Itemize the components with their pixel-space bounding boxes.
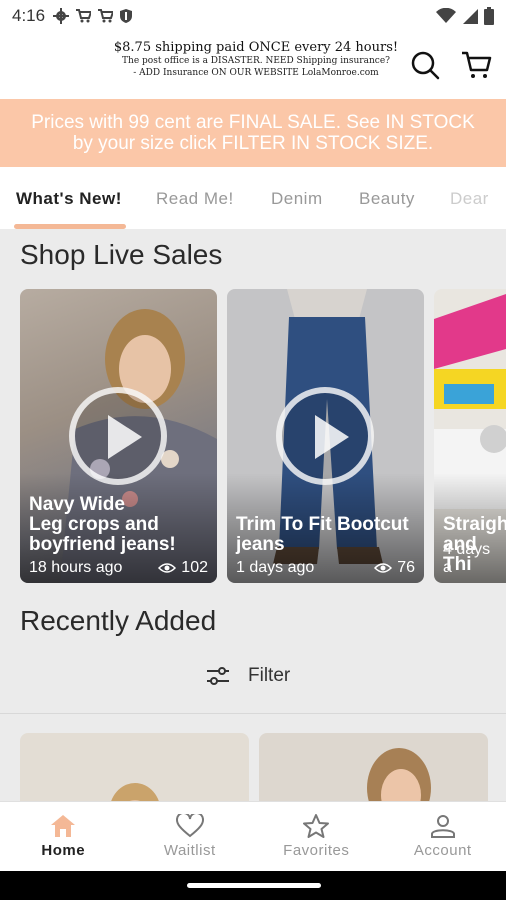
tab-read-me[interactable]: Read Me! xyxy=(156,189,234,209)
app-header: $8.75 shipping paid ONCE every 24 hours!… xyxy=(0,32,506,99)
live-sale-title-line: boyfriend jeans! xyxy=(29,534,176,555)
tab-denim[interactable]: Denim xyxy=(271,189,323,209)
live-sale-title-line: Leg crops and xyxy=(29,514,159,535)
live-sale-time: 18 hours ago xyxy=(29,559,123,576)
product-image xyxy=(367,748,431,801)
live-sale-meta: 18 hours ago 102 xyxy=(29,559,208,577)
banner-line-2: by your size click FILTER IN STOCK SIZE. xyxy=(72,133,434,154)
promo-line-3: - ADD Insurance ON OUR WEBSITE LolaMonro… xyxy=(133,68,379,78)
live-sale-card[interactable]: Navy Wide Leg crops and boyfriend jeans!… xyxy=(20,289,217,583)
filter-sliders-icon xyxy=(207,667,229,685)
cart-notification-icon xyxy=(76,9,92,23)
nav-account[interactable]: Account xyxy=(380,802,506,871)
filter-button[interactable]: Filter xyxy=(206,665,290,687)
product-image xyxy=(111,783,159,801)
search-icon[interactable] xyxy=(410,50,440,80)
play-icon[interactable] xyxy=(69,387,167,485)
section-divider xyxy=(0,713,506,714)
promo-line-2: The post office is a DISASTER. NEED Ship… xyxy=(122,56,390,66)
shipping-promo: $8.75 shipping paid ONCE every 24 hours!… xyxy=(86,40,426,79)
category-tabs: What's New! Read Me! Denim Beauty Dear xyxy=(0,167,506,229)
nav-account-label: Account xyxy=(413,842,472,859)
nav-favorites[interactable]: Favorites xyxy=(253,802,380,871)
eye-icon xyxy=(374,563,393,573)
section-title-recently-added: Recently Added xyxy=(20,605,217,636)
cart-notification-icon-2 xyxy=(98,9,114,23)
tab-beauty[interactable]: Beauty xyxy=(359,189,415,209)
live-sale-card[interactable]: Trim To Fit Bootcut jeans 1 days ago 76 xyxy=(227,289,424,583)
tab-whats-new[interactable]: What's New! xyxy=(16,189,122,209)
live-sale-title-line: jeans xyxy=(236,534,285,555)
live-sale-meta: 1 days ago 76 xyxy=(236,559,415,577)
final-sale-banner: Prices with 99 cent are FINAL SALE. See … xyxy=(0,99,506,167)
home-gesture-pill[interactable] xyxy=(187,883,321,888)
live-sale-card[interactable]: Straigh and Thi 4 days a xyxy=(434,289,506,583)
bottom-navigation: Home Waitlist Favorites Account xyxy=(0,801,506,871)
settings-icon xyxy=(53,8,70,24)
nav-favorites-label: Favorites xyxy=(283,842,350,859)
nav-waitlist-label: Waitlist xyxy=(163,842,216,859)
heart-icon xyxy=(175,814,204,838)
view-count-value: 76 xyxy=(397,559,415,576)
banner-line-1: Prices with 99 cent are FINAL SALE. See … xyxy=(31,112,475,133)
battery-icon xyxy=(484,7,494,25)
section-title-live-sales: Shop Live Sales xyxy=(20,239,223,270)
product-card[interactable] xyxy=(20,733,249,801)
live-sale-title: Trim To Fit Bootcut jeans xyxy=(236,515,409,555)
status-bar: 4:16 xyxy=(0,0,506,32)
promo-line-1: $8.75 shipping paid ONCE every 24 hours! xyxy=(113,40,399,55)
star-icon xyxy=(303,814,330,838)
live-sale-title-line: Straigh xyxy=(443,514,506,535)
home-icon xyxy=(51,815,76,837)
shield-icon xyxy=(120,9,133,23)
eye-icon xyxy=(158,563,177,573)
play-icon[interactable] xyxy=(276,387,374,485)
wifi-icon xyxy=(436,8,456,23)
view-count-value: 102 xyxy=(181,559,208,576)
live-sale-time: 1 days ago xyxy=(236,559,315,576)
person-icon xyxy=(430,815,455,838)
live-sale-title-line: Trim To Fit Bootcut xyxy=(236,514,409,535)
tab-dear[interactable]: Dear xyxy=(450,189,489,209)
view-count: 76 xyxy=(374,559,415,577)
status-time: 4:16 xyxy=(12,6,46,25)
live-sale-meta: 4 days a xyxy=(443,541,497,577)
signal-icon xyxy=(463,9,478,24)
live-sale-title-line: Navy Wide xyxy=(29,494,125,515)
live-sale-title: Navy Wide Leg crops and boyfriend jeans! xyxy=(29,495,176,555)
live-sales-carousel[interactable]: Navy Wide Leg crops and boyfriend jeans!… xyxy=(20,289,506,583)
main-content: Shop Live Sales Navy Wide Leg crops and … xyxy=(0,229,506,801)
nav-home[interactable]: Home xyxy=(0,802,127,871)
filter-label: Filter xyxy=(248,665,291,686)
cart-icon[interactable] xyxy=(460,50,492,80)
nav-home-label: Home xyxy=(41,842,86,859)
view-count: 102 xyxy=(158,559,208,577)
live-sale-time: 4 days a xyxy=(443,541,491,576)
nav-waitlist[interactable]: Waitlist xyxy=(127,802,254,871)
product-card[interactable] xyxy=(259,733,488,801)
